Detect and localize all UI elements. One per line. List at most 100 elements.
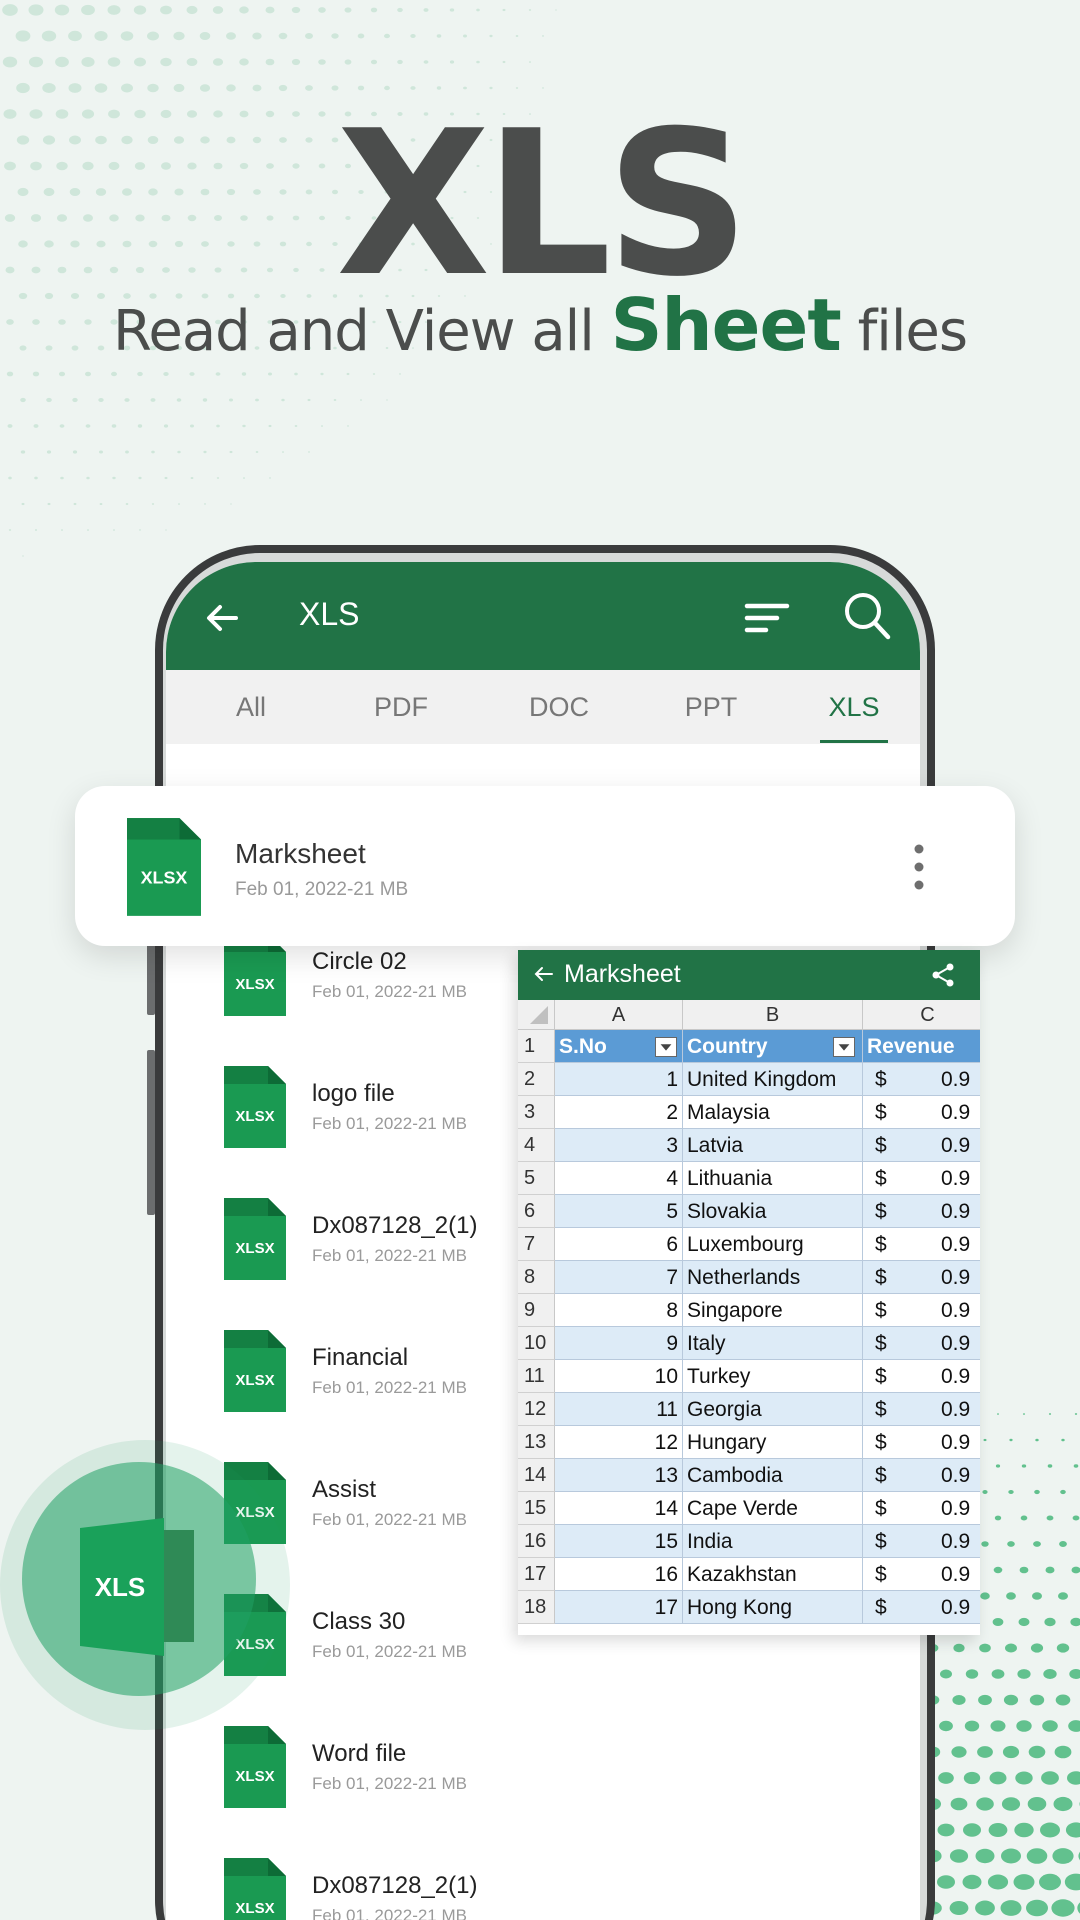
cell-revenue-value: 0.9 bbox=[941, 1167, 971, 1190]
cell-revenue-value: 0.9 bbox=[941, 1266, 971, 1289]
cell-country[interactable]: Georgia bbox=[683, 1393, 863, 1426]
share-icon[interactable] bbox=[930, 962, 956, 988]
column-header-c[interactable]: C bbox=[863, 1000, 980, 1030]
arrow-left-icon[interactable] bbox=[534, 966, 554, 982]
cell-revenue[interactable]: $0.9 bbox=[863, 1063, 980, 1096]
cell-country[interactable]: Cambodia bbox=[683, 1459, 863, 1492]
row-header[interactable]: 1 bbox=[518, 1030, 555, 1063]
file-list-item[interactable]: XLSX Dx087128_2(1) Feb 01, 2022-21 MB bbox=[166, 1858, 920, 1920]
cell-sno[interactable]: 5 bbox=[555, 1195, 683, 1228]
cell-revenue[interactable]: $0.9 bbox=[863, 1162, 980, 1195]
cell-country[interactable]: Slovakia bbox=[683, 1195, 863, 1228]
cell-revenue[interactable]: $0.9 bbox=[863, 1261, 980, 1294]
cell-sno[interactable]: 15 bbox=[555, 1525, 683, 1558]
header-cell-sno[interactable]: S.No bbox=[555, 1030, 683, 1063]
tab-xls[interactable]: XLS bbox=[814, 670, 894, 744]
cell-country[interactable]: Kazakhstan bbox=[683, 1558, 863, 1591]
cell-sno[interactable]: 13 bbox=[555, 1459, 683, 1492]
cell-sno[interactable]: 7 bbox=[555, 1261, 683, 1294]
tab-ppt[interactable]: PPT bbox=[671, 670, 751, 744]
filter-dropdown-icon[interactable] bbox=[655, 1037, 677, 1057]
tab-pdf[interactable]: PDF bbox=[361, 670, 441, 744]
cell-revenue[interactable]: $0.9 bbox=[863, 1558, 980, 1591]
cell-revenue[interactable]: $0.9 bbox=[863, 1228, 980, 1261]
cell-country[interactable]: Latvia bbox=[683, 1129, 863, 1162]
cell-country[interactable]: Cape Verde bbox=[683, 1492, 863, 1525]
row-header[interactable]: 9 bbox=[518, 1294, 555, 1327]
cell-sno[interactable]: 9 bbox=[555, 1327, 683, 1360]
row-header[interactable]: 8 bbox=[518, 1261, 555, 1294]
row-header[interactable]: 6 bbox=[518, 1195, 555, 1228]
cell-sno[interactable]: 6 bbox=[555, 1228, 683, 1261]
column-header-b[interactable]: B bbox=[683, 1000, 863, 1030]
cell-sno[interactable]: 14 bbox=[555, 1492, 683, 1525]
cell-sno[interactable]: 10 bbox=[555, 1360, 683, 1393]
cell-revenue[interactable]: $0.9 bbox=[863, 1360, 980, 1393]
cell-revenue[interactable]: $0.9 bbox=[863, 1459, 980, 1492]
row-header[interactable]: 3 bbox=[518, 1096, 555, 1129]
cell-country[interactable]: Hungary bbox=[683, 1426, 863, 1459]
cell-country[interactable]: Italy bbox=[683, 1327, 863, 1360]
cell-revenue[interactable]: $0.9 bbox=[863, 1294, 980, 1327]
cell-country[interactable]: United Kingdom bbox=[683, 1063, 863, 1096]
cell-revenue[interactable]: $0.9 bbox=[863, 1129, 980, 1162]
cell-sno[interactable]: 3 bbox=[555, 1129, 683, 1162]
cell-revenue[interactable]: $0.9 bbox=[863, 1195, 980, 1228]
tab-all[interactable]: All bbox=[216, 670, 286, 744]
row-header[interactable]: 7 bbox=[518, 1228, 555, 1261]
cell-sno[interactable]: 8 bbox=[555, 1294, 683, 1327]
cell-country[interactable]: India bbox=[683, 1525, 863, 1558]
row-header[interactable]: 17 bbox=[518, 1558, 555, 1591]
row-header[interactable]: 12 bbox=[518, 1393, 555, 1426]
cell-revenue[interactable]: $0.9 bbox=[863, 1096, 980, 1129]
cell-country[interactable]: Luxembourg bbox=[683, 1228, 863, 1261]
row-header[interactable]: 18 bbox=[518, 1591, 555, 1624]
header-cell-country[interactable]: Country bbox=[683, 1030, 863, 1063]
sort-icon[interactable] bbox=[744, 598, 790, 638]
active-tab-indicator bbox=[820, 740, 888, 743]
tab-doc[interactable]: DOC bbox=[514, 670, 604, 744]
search-icon[interactable] bbox=[842, 590, 892, 642]
cell-revenue[interactable]: $0.9 bbox=[863, 1525, 980, 1558]
row-header[interactable]: 4 bbox=[518, 1129, 555, 1162]
row-header[interactable]: 14 bbox=[518, 1459, 555, 1492]
cell-country[interactable]: Singapore bbox=[683, 1294, 863, 1327]
hero-subtitle-accent: Sheet bbox=[610, 283, 842, 367]
row-header[interactable]: 15 bbox=[518, 1492, 555, 1525]
cell-sno[interactable]: 1 bbox=[555, 1063, 683, 1096]
cell-country[interactable]: Turkey bbox=[683, 1360, 863, 1393]
column-header-a[interactable]: A bbox=[555, 1000, 683, 1030]
highlighted-file-card[interactable]: XLSX Marksheet Feb 01, 2022-21 MB bbox=[75, 786, 1015, 946]
cell-country[interactable]: Malaysia bbox=[683, 1096, 863, 1129]
cell-country[interactable]: Hong Kong bbox=[683, 1591, 863, 1624]
cell-sno[interactable]: 16 bbox=[555, 1558, 683, 1591]
cell-currency: $ bbox=[875, 1563, 887, 1586]
file-list-item[interactable]: XLSX Word file Feb 01, 2022-21 MB bbox=[166, 1726, 920, 1836]
cell-revenue[interactable]: $0.9 bbox=[863, 1393, 980, 1426]
header-cell-revenue[interactable]: Revenue bbox=[863, 1030, 980, 1063]
row-header[interactable]: 11 bbox=[518, 1360, 555, 1393]
cell-revenue[interactable]: $0.9 bbox=[863, 1591, 980, 1624]
cell-country[interactable]: Netherlands bbox=[683, 1261, 863, 1294]
cell-sno[interactable]: 17 bbox=[555, 1591, 683, 1624]
cell-revenue[interactable]: $0.9 bbox=[863, 1327, 980, 1360]
row-header[interactable]: 10 bbox=[518, 1327, 555, 1360]
cell-sno[interactable]: 11 bbox=[555, 1393, 683, 1426]
row-header[interactable]: 2 bbox=[518, 1063, 555, 1096]
cell-country[interactable]: Lithuania bbox=[683, 1162, 863, 1195]
cell-revenue[interactable]: $0.9 bbox=[863, 1426, 980, 1459]
row-header[interactable]: 16 bbox=[518, 1525, 555, 1558]
cell-revenue-value: 0.9 bbox=[941, 1398, 971, 1421]
cell-sno[interactable]: 4 bbox=[555, 1162, 683, 1195]
sheet-corner[interactable] bbox=[518, 1000, 555, 1030]
cell-sno[interactable]: 2 bbox=[555, 1096, 683, 1129]
cell-currency: $ bbox=[875, 1233, 887, 1256]
cell-sno[interactable]: 12 bbox=[555, 1426, 683, 1459]
cell-revenue-value: 0.9 bbox=[941, 1365, 971, 1388]
row-header[interactable]: 13 bbox=[518, 1426, 555, 1459]
filter-dropdown-icon[interactable] bbox=[833, 1037, 855, 1057]
row-header[interactable]: 5 bbox=[518, 1162, 555, 1195]
arrow-left-icon[interactable] bbox=[202, 598, 242, 638]
more-vertical-icon[interactable] bbox=[911, 842, 927, 892]
cell-revenue[interactable]: $0.9 bbox=[863, 1492, 980, 1525]
